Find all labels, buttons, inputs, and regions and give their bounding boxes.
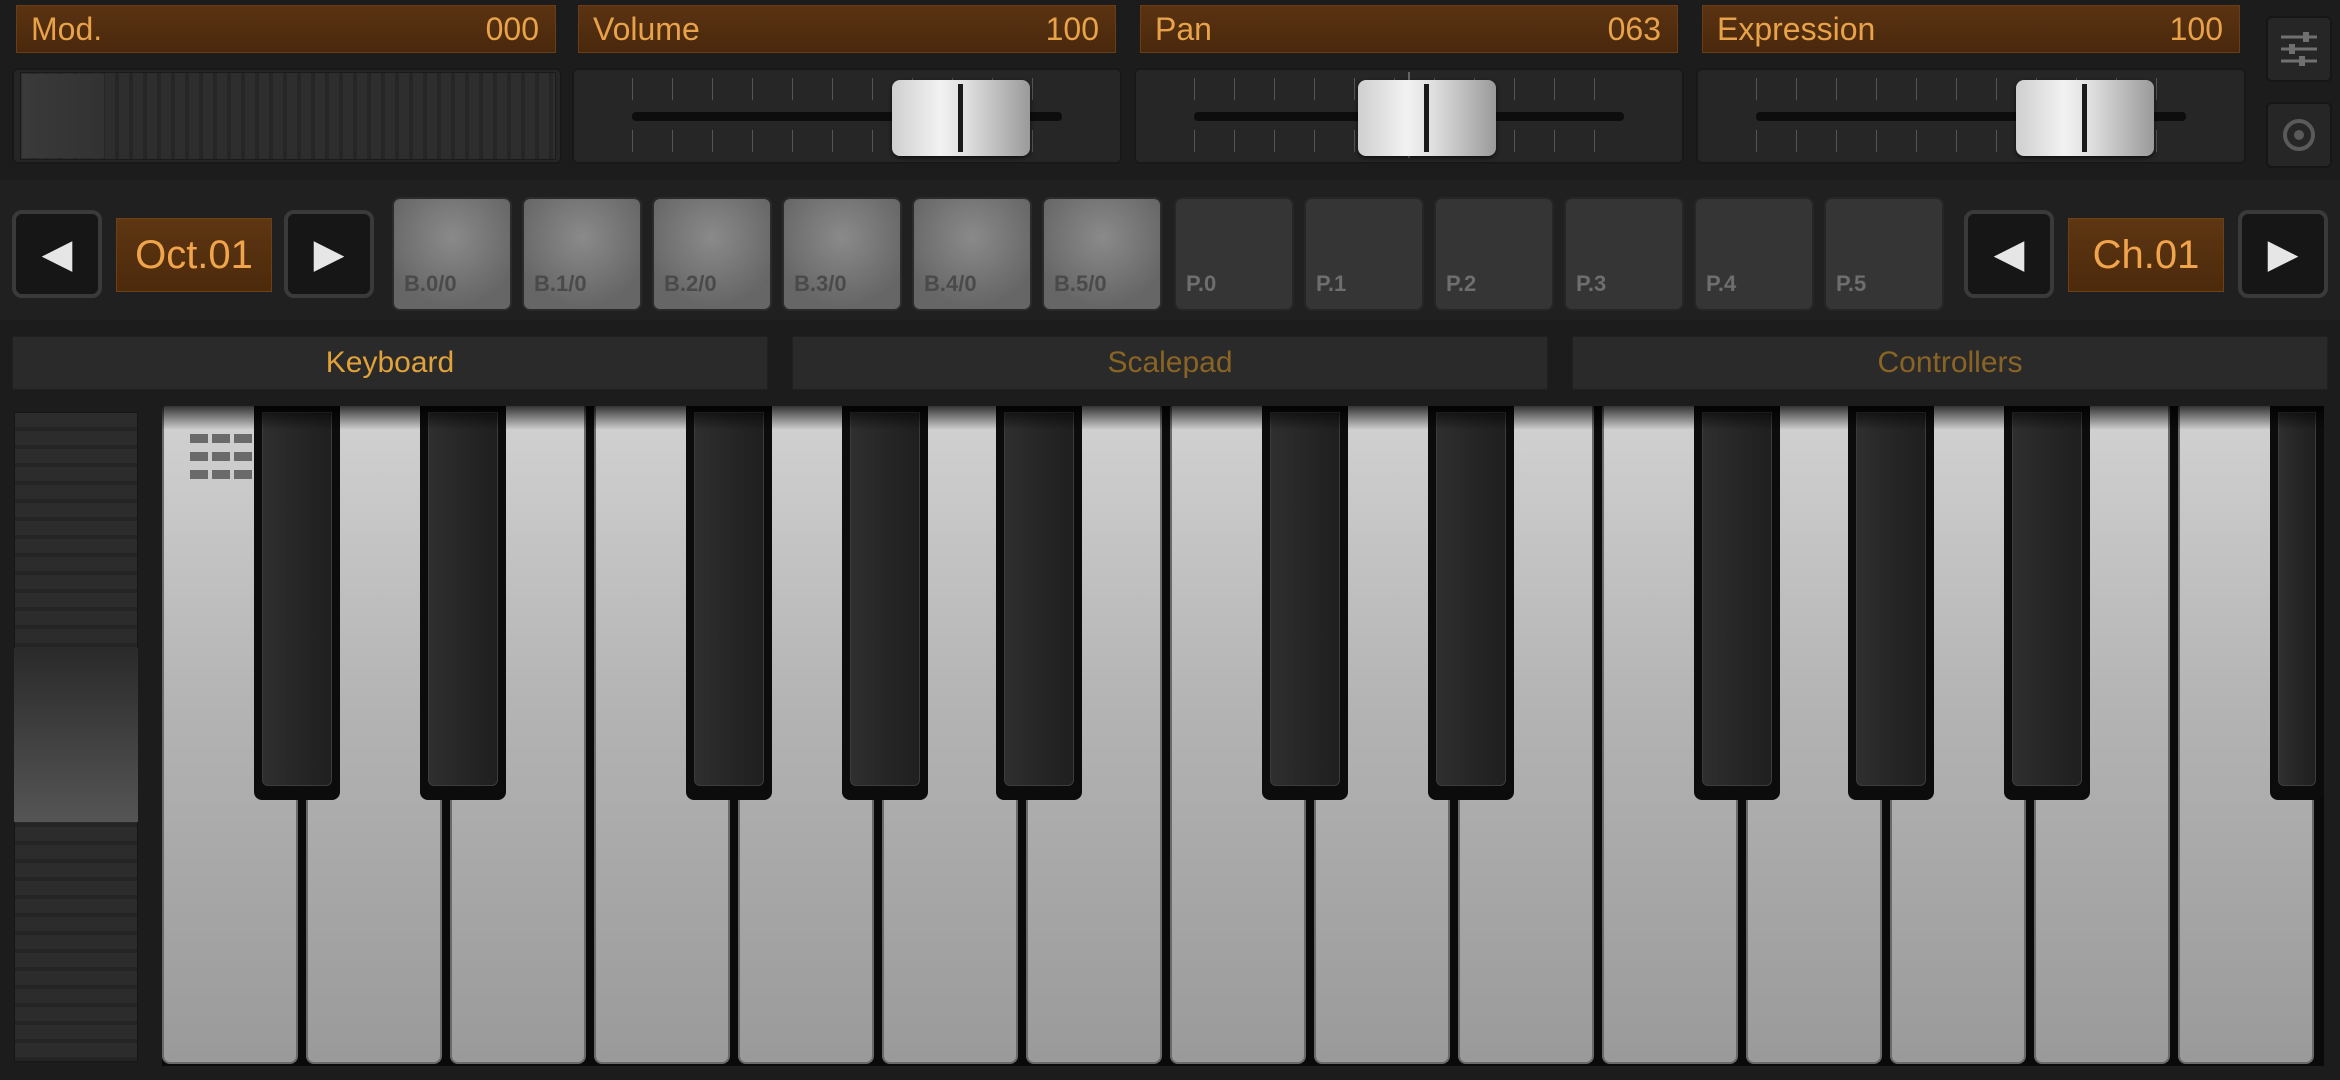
pad-label: P.2 [1446, 271, 1477, 296]
channel-display: Ch.01 [2068, 218, 2224, 292]
pad-label: B.0/0 [404, 271, 457, 296]
triangle-right-icon: ▶ [2267, 232, 2299, 276]
black-key[interactable] [686, 406, 772, 800]
mod-header: Mod. 000 [16, 5, 556, 53]
pad-label: B.5/0 [1054, 271, 1107, 296]
pad-label: P.5 [1836, 271, 1867, 296]
program-pad[interactable]: P.4 [1694, 197, 1814, 311]
black-key[interactable] [2270, 406, 2324, 800]
bank-pad[interactable]: B.1/0 [522, 197, 642, 311]
tab-scalepad[interactable]: Scalepad [792, 336, 1548, 390]
mod-wheel-position [22, 74, 104, 158]
volume-slider-panel [572, 68, 1122, 164]
octave-down-button[interactable]: ◀ [12, 210, 102, 298]
black-key[interactable] [1428, 406, 1514, 800]
record-button[interactable] [2266, 102, 2332, 168]
bank-pad[interactable]: B.3/0 [782, 197, 902, 311]
expression-slider-panel [1696, 68, 2246, 164]
pad-label: P.3 [1576, 271, 1607, 296]
program-pad[interactable]: P.0 [1174, 197, 1294, 311]
expression-label: Expression [1717, 10, 1876, 47]
expression-slider[interactable] [1756, 72, 2186, 158]
mod-value: 000 [485, 10, 539, 47]
program-pad[interactable]: P.5 [1824, 197, 1944, 311]
tab-controllers[interactable]: Controllers [1572, 336, 2328, 390]
program-pad[interactable]: P.3 [1564, 197, 1684, 311]
mod-label: Mod. [31, 10, 103, 47]
volume-slider[interactable] [632, 72, 1062, 158]
black-key[interactable] [254, 406, 340, 800]
grid-icon[interactable] [190, 434, 260, 490]
black-key[interactable] [842, 406, 928, 800]
pad-label: B.3/0 [794, 271, 847, 296]
expression-value: 100 [2169, 10, 2223, 47]
target-icon [2283, 119, 2315, 151]
pan-label: Pan [1155, 10, 1212, 47]
black-key[interactable] [420, 406, 506, 800]
volume-header: Volume 100 [578, 5, 1116, 53]
channel-down-button[interactable]: ◀ [1964, 210, 2054, 298]
black-key[interactable] [1848, 406, 1934, 800]
pad-label: P.4 [1706, 271, 1737, 296]
pitch-bend-handle[interactable] [14, 648, 138, 822]
octave-display: Oct.01 [116, 218, 272, 292]
pad-label: B.2/0 [664, 271, 717, 296]
triangle-right-icon: ▶ [313, 232, 345, 276]
keyboard-top-shadow [162, 406, 2324, 430]
bank-pad[interactable]: B.2/0 [652, 197, 772, 311]
sliders-icon [2281, 32, 2317, 66]
black-key[interactable] [1262, 406, 1348, 800]
mixer-settings-button[interactable] [2266, 16, 2332, 82]
pan-value: 063 [1607, 10, 1661, 47]
volume-value: 100 [1045, 10, 1099, 47]
black-key[interactable] [996, 406, 1082, 800]
bank-pad[interactable]: B.0/0 [392, 197, 512, 311]
program-pad[interactable]: P.1 [1304, 197, 1424, 311]
channel-up-button[interactable]: ▶ [2238, 210, 2328, 298]
octave-up-button[interactable]: ▶ [284, 210, 374, 298]
bank-pad[interactable]: B.5/0 [1042, 197, 1162, 311]
triangle-left-icon: ◀ [41, 232, 73, 276]
volume-slider-thumb[interactable] [892, 80, 1030, 156]
expression-header: Expression 100 [1702, 5, 2240, 53]
black-key[interactable] [2004, 406, 2090, 800]
triangle-left-icon: ◀ [1993, 232, 2025, 276]
pan-slider[interactable] [1194, 72, 1624, 158]
piano-keyboard [162, 406, 2324, 1066]
pad-label: P.0 [1186, 271, 1217, 296]
tab-keyboard[interactable]: Keyboard [12, 336, 768, 390]
pad-label: B.4/0 [924, 271, 977, 296]
pan-slider-panel [1134, 68, 1684, 164]
bank-pad[interactable]: B.4/0 [912, 197, 1032, 311]
black-key[interactable] [1694, 406, 1780, 800]
pad-label: P.1 [1316, 271, 1347, 296]
pad-label: B.1/0 [534, 271, 587, 296]
program-pad[interactable]: P.2 [1434, 197, 1554, 311]
volume-label: Volume [593, 10, 700, 47]
pan-slider-thumb[interactable] [1358, 80, 1496, 156]
expression-slider-thumb[interactable] [2016, 80, 2154, 156]
pan-header: Pan 063 [1140, 5, 1678, 53]
